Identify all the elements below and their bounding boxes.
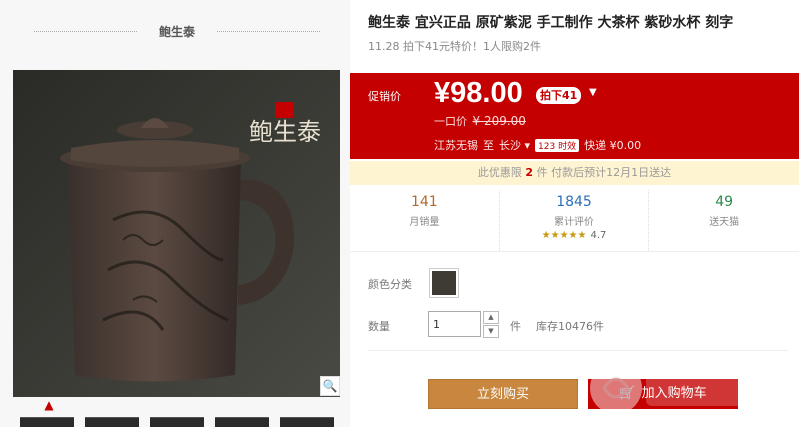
reviews-label: 累计评价 bbox=[554, 217, 595, 228]
price-box: 促销价 ¥98.00 拍下41 ▼ 一口价 ¥ 209.00 江苏无锡 至 长沙… bbox=[350, 73, 799, 159]
product-info-panel: 鲍生泰 宜兴正品 原矿紫泥 手工制作 大茶杯 紫砂水杯 刻字 11.28 拍下4… bbox=[350, 0, 799, 427]
image-seal-text: 鲍生泰 bbox=[249, 118, 321, 146]
original-price-label: 一口价 bbox=[434, 115, 467, 128]
timeliness-tag: 123 时效 bbox=[535, 138, 580, 152]
monthly-sales-label: 月销量 bbox=[409, 217, 440, 228]
thumbnail[interactable] bbox=[150, 417, 204, 427]
stat-monthly-sales: 141 月销量 bbox=[350, 190, 500, 251]
rating: ★★★★★ 4.7 bbox=[500, 230, 649, 241]
qty-decrease-button[interactable]: ▼ bbox=[483, 325, 499, 338]
stock-count: 库存10476件 bbox=[536, 320, 604, 333]
promo-suffix: 件 付款后预计12月1日送达 bbox=[536, 166, 672, 179]
product-subtitle: 11.28 拍下41元特价！1人限购2件 bbox=[368, 40, 541, 53]
product-page: 鲍生泰 鲍生泰 🔍 ▲ 鲍生泰 宜兴正品 原矿紫泥 手工制作 大茶杯 紫砂水杯 … bbox=[0, 0, 799, 427]
divider bbox=[368, 350, 788, 351]
stats-row: 141 月销量 1845 累计评价 ★★★★★ 4.7 49 送天猫 bbox=[350, 190, 799, 252]
star-icons: ★★★★★ bbox=[541, 230, 587, 241]
gallery-panel: 鲍生泰 鲍生泰 🔍 ▲ bbox=[0, 0, 350, 427]
original-price: 一口价 ¥ 209.00 bbox=[434, 113, 526, 129]
ship-to: 长沙 bbox=[499, 139, 521, 152]
brand-name[interactable]: 鲍生泰 bbox=[159, 23, 195, 40]
promo-bar: 此优惠限 2 件 付款后预计12月1日送达 bbox=[350, 161, 799, 185]
ship-to-word: 至 bbox=[483, 139, 494, 152]
original-price-value: ¥ 209.00 bbox=[472, 114, 526, 128]
ship-to-select[interactable]: 长沙 ▾ bbox=[499, 137, 530, 153]
promo-price: ¥98.00 bbox=[434, 77, 523, 109]
third-value: 49 bbox=[715, 194, 734, 210]
thumbnail-scroll-up[interactable]: ▲ bbox=[42, 399, 56, 411]
thumbnail[interactable] bbox=[20, 417, 74, 427]
monthly-sales-value: 141 bbox=[410, 194, 438, 210]
discount-badge[interactable]: 拍下41 bbox=[536, 87, 582, 104]
chevron-up-icon: ▲ bbox=[488, 313, 494, 321]
qty-label: 数量 bbox=[368, 320, 390, 333]
chevron-down-icon: ▼ bbox=[488, 327, 494, 335]
magnifier-icon: 🔍 bbox=[322, 379, 338, 393]
thumbnail-strip bbox=[20, 417, 334, 427]
thumbnail[interactable] bbox=[280, 417, 334, 427]
stat-third: 49 送天猫 bbox=[649, 190, 799, 251]
qty-increase-button[interactable]: ▲ bbox=[483, 311, 499, 324]
quantity-input[interactable] bbox=[428, 311, 481, 337]
buy-now-button[interactable]: 立刻购买 bbox=[428, 379, 578, 409]
divider-line bbox=[34, 30, 137, 32]
add-cart-label: 加入购物车 bbox=[641, 386, 707, 401]
cart-icon: 🛒 bbox=[619, 386, 636, 401]
main-product-image[interactable]: 鲍生泰 bbox=[13, 70, 340, 397]
zoom-button[interactable]: 🔍 bbox=[320, 376, 340, 396]
promo-limit: 2 bbox=[525, 166, 534, 179]
third-label: 送天猫 bbox=[709, 217, 740, 228]
chevron-up-icon: ▲ bbox=[44, 398, 54, 412]
caret-down-icon[interactable]: ▼ bbox=[589, 87, 597, 98]
teacup-illustration: 鲍生泰 bbox=[13, 70, 340, 397]
product-title: 鲍生泰 宜兴正品 原矿紫泥 手工制作 大茶杯 紫砂水杯 刻字 bbox=[368, 15, 734, 31]
thumbnail[interactable] bbox=[85, 417, 139, 427]
thumbnail[interactable] bbox=[215, 417, 269, 427]
chevron-down-icon: ▾ bbox=[524, 139, 531, 152]
add-to-cart-button[interactable]: 🛒 加入购物车 bbox=[588, 379, 738, 409]
color-option[interactable] bbox=[429, 268, 459, 298]
divider-line bbox=[217, 30, 321, 32]
reviews-value[interactable]: 1845 bbox=[500, 194, 649, 210]
express-fee: 快递 ¥0.00 bbox=[584, 139, 642, 152]
price-label: 促销价 bbox=[368, 90, 401, 103]
qty-unit: 件 bbox=[510, 320, 521, 333]
promo-prefix: 此优惠限 bbox=[477, 166, 522, 179]
rating-score: 4.7 bbox=[590, 230, 607, 241]
shipping-info: 江苏无锡 至 长沙 ▾ 123 时效 快递 ¥0.00 bbox=[434, 137, 641, 153]
brand-bar: 鲍生泰 bbox=[12, 8, 342, 54]
stat-reviews[interactable]: 1845 累计评价 ★★★★★ 4.7 bbox=[500, 190, 650, 251]
color-label: 颜色分类 bbox=[368, 278, 412, 291]
ship-from: 江苏无锡 bbox=[434, 139, 478, 152]
